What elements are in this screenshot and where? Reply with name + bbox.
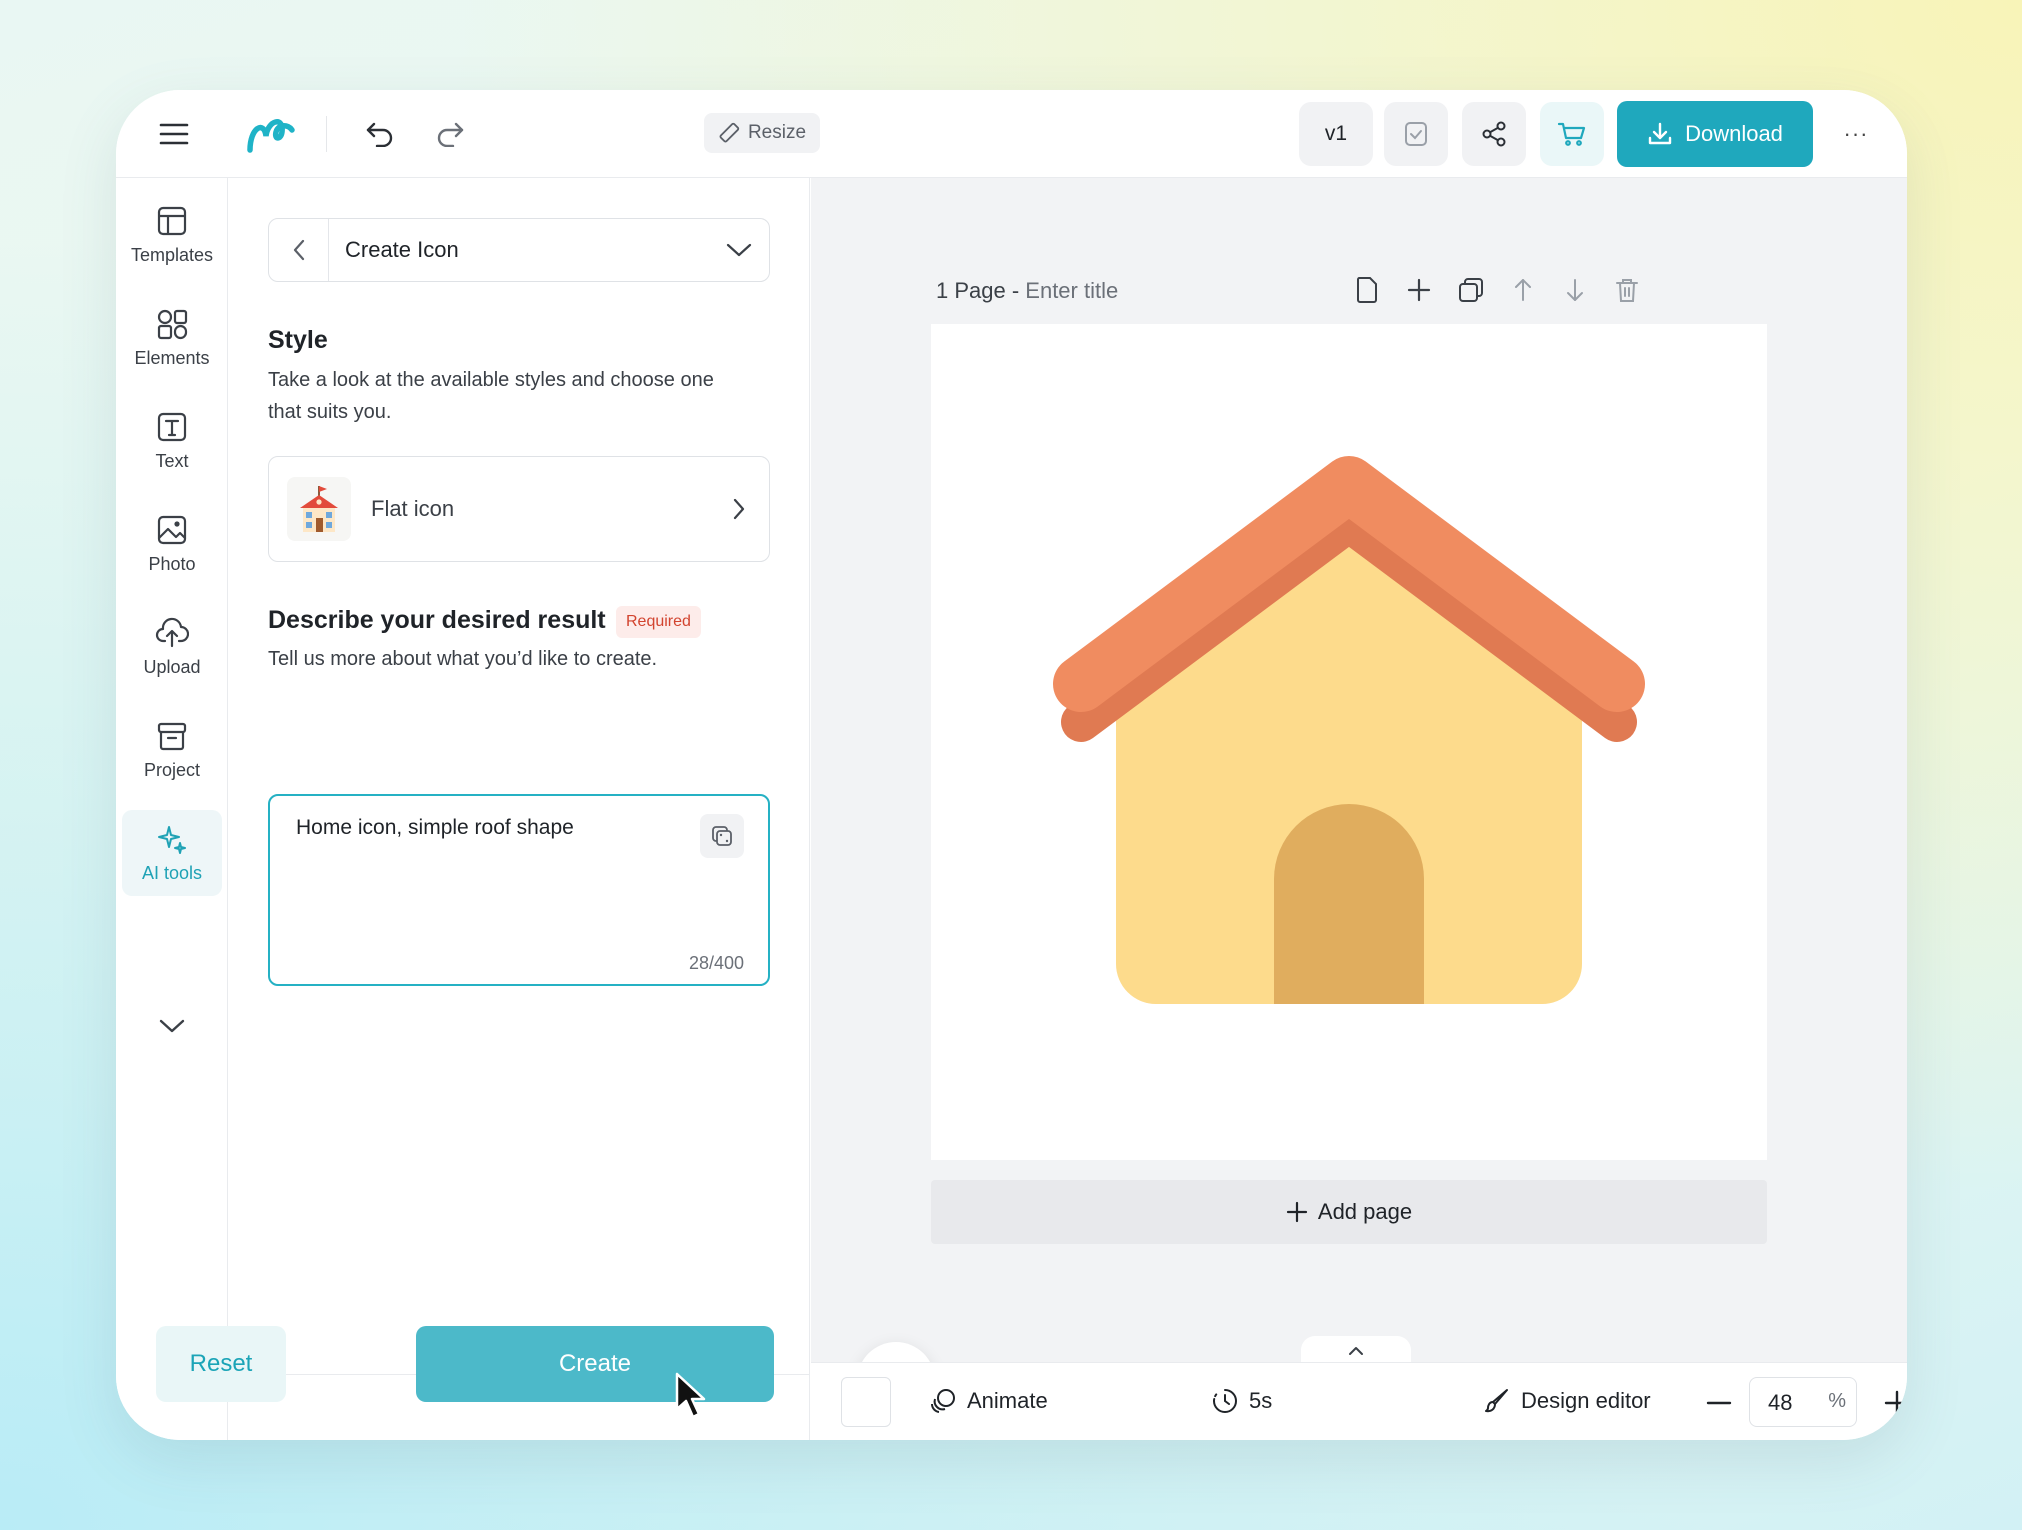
chevron-right-icon [709,497,769,521]
plus-icon [1286,1201,1308,1223]
page-tools [1351,274,1643,306]
left-rail: Templates Elements Text Photo Upload Pro… [116,178,228,1440]
background-color-swatch[interactable] [841,1377,891,1427]
random-prompt-icon[interactable] [700,814,744,858]
page-title[interactable]: 1 Page - Enter title [936,278,1118,304]
text-icon [156,411,188,443]
zoom-input[interactable]: 48 % [1749,1377,1857,1427]
rail-label: Upload [143,656,201,677]
cart-icon [1557,120,1587,148]
house-illustration [1053,456,1645,1004]
describe-heading: Describe your desired result [268,606,606,634]
rail-item-upload[interactable]: Upload [122,604,222,690]
more-options-icon[interactable]: ··· [1838,116,1874,152]
animate-icon [929,1387,957,1415]
bottom-toolbar: Animate 5s Design editor 48 % [811,1362,1907,1440]
page-icon[interactable] [1351,274,1383,306]
zoom-out-icon[interactable] [1701,1385,1737,1421]
char-count: 28/400 [688,953,744,973]
zoom-in-icon[interactable] [1879,1385,1907,1421]
design-editor-label: Design editor [1521,1388,1651,1413]
brush-icon [1483,1387,1511,1415]
mouse-cursor-icon [673,1371,713,1421]
rail-label: Project [143,759,201,780]
app-window: Resize v1 Download ··· Templates Element… [116,90,1907,1440]
animate-label: Animate [967,1388,1048,1413]
save-status-button[interactable] [1384,102,1448,166]
reset-button[interactable]: Reset [156,1326,286,1402]
prompt-textarea[interactable]: Home icon, simple roof shape 28/400 [268,794,770,986]
upload-icon [155,617,189,649]
download-button[interactable]: Download [1617,101,1813,167]
cloud-save-icon [1402,120,1430,148]
design-editor-button[interactable]: Design editor [1483,1387,1651,1415]
project-icon [156,720,188,752]
canvas-area: 1 Page - Enter title Add page [811,178,1907,1420]
photo-icon [156,514,188,546]
version-button[interactable]: v1 [1299,102,1373,166]
prompt-text: Home icon, simple roof shape [296,816,574,839]
design-page[interactable] [931,324,1767,1160]
rail-item-templates[interactable]: Templates [122,192,222,278]
share-icon [1480,120,1508,148]
required-badge: Required [616,606,701,638]
duration-button[interactable]: 5s [1211,1387,1272,1415]
add-icon[interactable] [1403,274,1435,306]
undo-icon[interactable] [362,116,398,152]
share-button[interactable] [1462,102,1526,166]
menu-icon[interactable] [156,116,192,152]
page-title-input[interactable]: Enter title [1025,278,1118,303]
redo-icon[interactable] [432,116,468,152]
duplicate-icon[interactable] [1455,274,1487,306]
ruler-icon [718,122,740,144]
back-icon[interactable] [269,219,329,281]
style-description: Take a look at the available styles and … [268,369,714,423]
duration-label: 5s [1249,1388,1273,1413]
resize-button[interactable]: Resize [704,113,820,153]
cart-button[interactable] [1540,102,1604,166]
animate-button[interactable]: Animate [929,1387,1048,1415]
rail-label: Elements [134,347,210,368]
flat-icon-thumbnail [287,477,351,541]
style-heading: Style [268,326,328,354]
rail-label: Text [155,450,189,471]
top-toolbar: Resize v1 Download ··· [116,90,1907,178]
chevron-down-icon[interactable] [709,242,769,258]
rail-item-ai-tools[interactable]: AI tools [122,810,222,896]
rail-item-project[interactable]: Project [122,707,222,793]
move-down-icon[interactable] [1559,274,1591,306]
rail-label: Templates [130,244,214,265]
rail-item-photo[interactable]: Photo [122,501,222,587]
page-label: 1 Page - [936,278,1026,303]
move-up-icon[interactable] [1507,274,1539,306]
add-page-button[interactable]: Add page [931,1180,1767,1244]
download-icon [1647,121,1673,147]
resize-label: Resize [747,122,807,143]
describe-hint: Tell us more about what you’d like to cr… [268,648,658,670]
rail-item-elements[interactable]: Elements [122,295,222,381]
chevron-down-icon[interactable] [154,1008,190,1044]
download-label: Download [1685,121,1783,146]
add-page-label: Add page [1317,1199,1413,1224]
app-logo-icon[interactable] [244,110,296,158]
templates-icon [156,205,188,237]
tool-selector[interactable]: Create Icon [268,218,770,282]
rail-item-text[interactable]: Text [122,398,222,484]
rail-label: Photo [148,553,196,574]
style-option-label: Flat icon [371,496,455,521]
zoom-value: 48 [1768,1390,1793,1415]
zoom-unit: % [1828,1390,1846,1412]
create-icon-panel: Create Icon Style Take a look at the ava… [228,178,810,1440]
trash-icon[interactable] [1611,274,1643,306]
tool-title: Create Icon [345,237,459,262]
rail-label: AI tools [141,862,203,883]
clock-icon [1211,1387,1239,1415]
divider [326,116,327,152]
style-option-card[interactable]: Flat icon [268,456,770,562]
elements-icon [156,308,188,340]
sparkle-icon [156,823,188,855]
create-button[interactable]: Create [416,1326,774,1402]
